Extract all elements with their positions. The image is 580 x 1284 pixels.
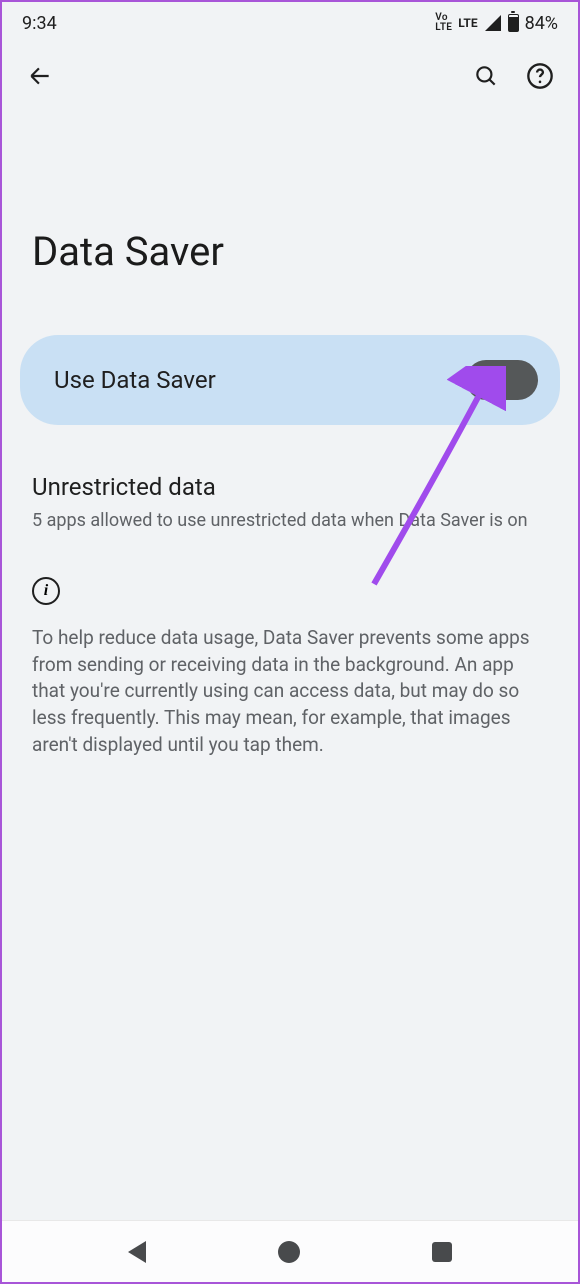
help-icon xyxy=(526,62,554,90)
status-bar: 9:34 Vo LTE LTE 84% xyxy=(2,2,578,44)
toggle-thumb xyxy=(472,366,500,394)
nav-back-button[interactable] xyxy=(128,1241,146,1263)
use-data-saver-toggle[interactable] xyxy=(466,360,538,400)
status-time: 9:34 xyxy=(22,13,57,34)
battery-percent: 84% xyxy=(525,13,558,34)
page-title: Data Saver xyxy=(2,108,578,335)
search-button[interactable] xyxy=(464,54,508,98)
navigation-bar xyxy=(2,1220,578,1282)
use-data-saver-row[interactable]: Use Data Saver xyxy=(20,335,560,425)
battery-icon xyxy=(508,14,519,32)
network-type-label: LTE xyxy=(458,16,477,30)
status-right: Vo LTE LTE 84% xyxy=(435,13,558,34)
use-data-saver-label: Use Data Saver xyxy=(54,366,216,394)
unrestricted-data-title: Unrestricted data xyxy=(32,473,548,501)
info-icon: i xyxy=(32,577,60,605)
back-button[interactable] xyxy=(18,54,62,98)
info-description: To help reduce data usage, Data Saver pr… xyxy=(2,625,578,758)
nav-home-button[interactable] xyxy=(278,1241,300,1263)
unrestricted-data-subtitle: 5 apps allowed to use unrestricted data … xyxy=(32,509,548,533)
cellular-signal-icon xyxy=(485,15,501,31)
search-icon xyxy=(473,63,499,89)
help-button[interactable] xyxy=(518,54,562,98)
unrestricted-data-row[interactable]: Unrestricted data 5 apps allowed to use … xyxy=(2,473,578,533)
info-icon-wrap: i xyxy=(2,533,578,625)
nav-recent-button[interactable] xyxy=(432,1242,452,1262)
app-bar xyxy=(2,44,578,108)
arrow-back-icon xyxy=(27,63,53,89)
volte-icon: Vo LTE xyxy=(435,13,452,33)
